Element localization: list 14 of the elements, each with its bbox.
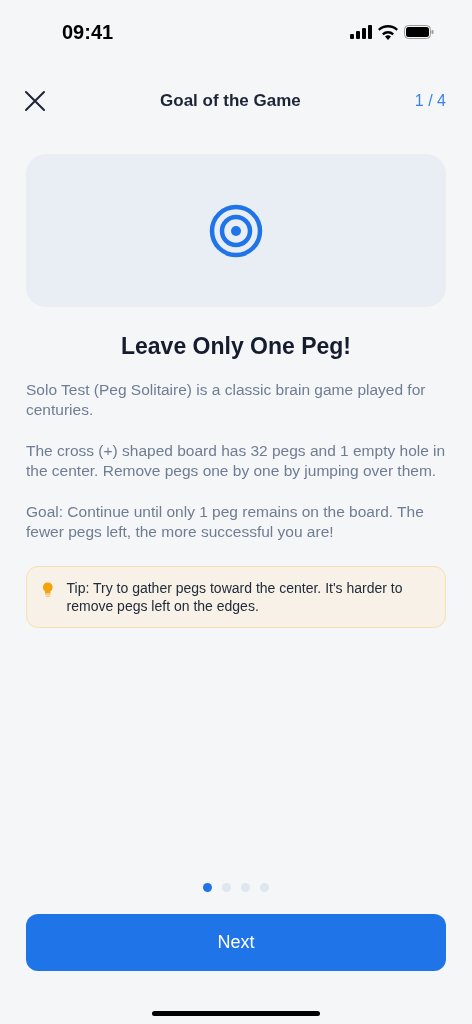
screen-title: Goal of the Game: [160, 91, 301, 111]
tip-text: Tip: Try to gather pegs toward the center. It's harder to remove pegs left on the edges.: [66, 579, 404, 615]
page-counter: 1 / 4: [414, 92, 446, 110]
heading: Leave Only One Peg!: [119, 333, 353, 360]
paragraph: Goal: Continue until only 1 peg remains on the board. The fewer pegs left, the more successful you are!: [26, 502, 425, 542]
paragraph: Solo Test (Peg Solitaire) is a classic brain game played for centuries.: [26, 380, 427, 420]
status-time: 09:41: [62, 20, 114, 44]
signal-icon: [350, 25, 372, 39]
next-button[interactable]: Next: [26, 914, 446, 971]
wifi-icon: [378, 24, 398, 40]
battery-icon: [404, 25, 434, 39]
close-button[interactable]: [24, 90, 46, 112]
paragraph: The cross (+) shaped board has 32 pegs and 1 empty hole in the center. Remove pegs one by one by jumping over them.: [26, 441, 446, 481]
target-icon: [209, 203, 263, 258]
